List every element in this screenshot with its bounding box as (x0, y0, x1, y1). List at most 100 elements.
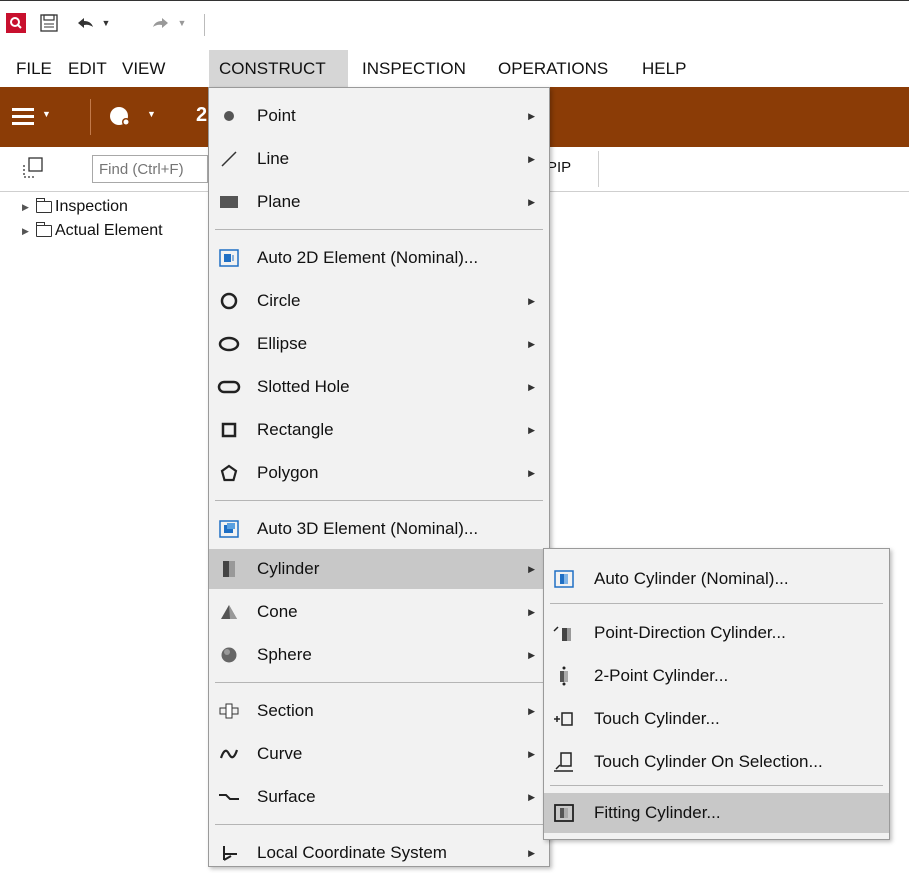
ribbon-divider (90, 99, 91, 135)
menu-item-section[interactable]: Section ▶ (209, 691, 549, 731)
menu-item-surface[interactable]: Surface ▶ (209, 777, 549, 817)
menu-item-rectangle[interactable]: Rectangle ▶ (209, 410, 549, 450)
hamburger-dropdown-chevron-down-icon[interactable]: ▼ (42, 109, 51, 119)
folder-icon (36, 198, 52, 213)
menu-item-slotted-hole[interactable]: Slotted Hole ▶ (209, 367, 549, 407)
submenu-arrow-icon: ▶ (528, 649, 535, 660)
submenu-arrow-icon: ▶ (528, 153, 535, 164)
surface-icon (217, 785, 241, 809)
expand-triangle-icon[interactable]: ▶ (22, 195, 36, 219)
fit-element-icon[interactable] (108, 104, 132, 133)
menu-item-touch-cylinder-on-selection[interactable]: Touch Cylinder On Selection... (544, 742, 889, 782)
menu-separator (215, 682, 543, 683)
submenu-arrow-icon: ▶ (528, 705, 535, 716)
cone-icon (217, 600, 241, 624)
two-point-cylinder-icon (552, 664, 576, 688)
auto-3d-element-icon (217, 517, 241, 541)
curve-icon (217, 742, 241, 766)
select-region-icon[interactable] (22, 157, 44, 184)
auto-2d-element-icon (217, 246, 241, 270)
menu-help[interactable]: HELP (632, 50, 696, 87)
menu-item-plane[interactable]: Plane ▶ (209, 182, 549, 222)
toolbar-divider (598, 151, 599, 187)
menu-view[interactable]: VIEW (112, 50, 175, 87)
menu-operations[interactable]: OPERATIONS (488, 50, 618, 87)
submenu-arrow-icon: ▶ (528, 748, 535, 759)
save-icon[interactable] (38, 12, 60, 34)
menu-item-point[interactable]: Point ▶ (209, 96, 549, 136)
menu-item-cone[interactable]: Cone ▶ (209, 592, 549, 632)
section-icon (217, 699, 241, 723)
search-input[interactable] (92, 155, 208, 183)
hamburger-menu-icon[interactable] (12, 107, 34, 130)
menu-inspection[interactable]: INSPECTION (352, 50, 476, 87)
submenu-arrow-icon: ▶ (528, 847, 535, 858)
menubar: FILE EDIT VIEW CONSTRUCT INSPECTION OPER… (0, 50, 909, 87)
menu-item-polygon[interactable]: Polygon ▶ (209, 453, 549, 493)
menu-separator (550, 603, 883, 604)
construct-menu: Point ▶ Line ▶ Plane ▶ Auto 2D Element (… (208, 87, 550, 867)
rectangle-icon (217, 418, 241, 442)
point-icon (217, 104, 241, 128)
menu-separator (215, 229, 543, 230)
submenu-arrow-icon: ▶ (528, 424, 535, 435)
undo-dropdown-chevron-down-icon[interactable]: ▼ (100, 12, 112, 34)
auto-cylinder-icon (552, 567, 576, 591)
submenu-arrow-icon: ▶ (528, 467, 535, 478)
menu-item-fitting-cylinder[interactable]: Fitting Cylinder... (544, 793, 889, 833)
redo-dropdown-chevron-down-icon[interactable]: ▼ (176, 12, 188, 34)
menu-item-cylinder[interactable]: Cylinder ▶ (209, 549, 549, 589)
circle-icon (217, 289, 241, 313)
submenu-arrow-icon: ▶ (528, 606, 535, 617)
menu-separator (215, 824, 543, 825)
plane-icon (217, 190, 241, 214)
menu-item-line[interactable]: Line ▶ (209, 139, 549, 179)
menu-separator (550, 785, 883, 786)
point-direction-cylinder-icon (552, 621, 576, 645)
tree-item-actual-element[interactable]: ▶ Actual Element (22, 219, 163, 243)
quick-access-toolbar: ▼ ▼ (0, 8, 909, 40)
submenu-arrow-icon: ▶ (528, 196, 535, 207)
menu-item-two-point-cylinder[interactable]: 2-Point Cylinder... (544, 656, 889, 696)
menu-item-touch-cylinder[interactable]: Touch Cylinder... (544, 699, 889, 739)
submenu-arrow-icon: ▶ (528, 110, 535, 121)
menu-item-auto-3d-element[interactable]: Auto 3D Element (Nominal)... (209, 509, 549, 549)
menu-item-local-coordinate-system[interactable]: Local Coordinate System ▶ (209, 833, 549, 873)
expand-triangle-icon[interactable]: ▶ (22, 219, 36, 243)
tree-item-label: Inspection (55, 198, 128, 215)
submenu-arrow-icon: ▶ (528, 791, 535, 802)
line-icon (217, 147, 241, 171)
submenu-arrow-icon: ▶ (528, 295, 535, 306)
touch-cylinder-on-selection-icon (552, 750, 576, 774)
cylinder-icon (217, 557, 241, 581)
folder-icon (36, 222, 52, 237)
polygon-icon (217, 461, 241, 485)
local-coordinate-system-icon (217, 841, 241, 865)
menu-file[interactable]: FILE (6, 50, 62, 87)
menu-edit[interactable]: EDIT (58, 50, 117, 87)
menu-item-auto-cylinder[interactable]: Auto Cylinder (Nominal)... (544, 559, 889, 599)
fitting-cylinder-icon (552, 801, 576, 825)
menu-item-auto-2d-element[interactable]: Auto 2D Element (Nominal)... (209, 238, 549, 278)
redo-icon[interactable] (150, 12, 172, 34)
app-logo-icon (6, 12, 26, 34)
tree-item-label: Actual Element (55, 222, 163, 239)
menu-item-circle[interactable]: Circle ▶ (209, 281, 549, 321)
submenu-arrow-icon: ▶ (528, 338, 535, 349)
sphere-icon (217, 643, 241, 667)
submenu-arrow-icon: ▶ (528, 563, 535, 574)
undo-icon[interactable] (74, 12, 96, 34)
toolbar-divider (204, 14, 205, 36)
cylinder-submenu: Auto Cylinder (Nominal)... Point-Directi… (543, 548, 890, 840)
menu-item-ellipse[interactable]: Ellipse ▶ (209, 324, 549, 364)
menu-construct[interactable]: CONSTRUCT (209, 50, 348, 87)
menu-item-sphere[interactable]: Sphere ▶ (209, 635, 549, 675)
fit-element-dropdown-chevron-down-icon[interactable]: ▼ (147, 109, 156, 119)
menu-separator (215, 500, 543, 501)
toolbar-partial-label: PIP (547, 159, 572, 176)
menu-item-point-direction-cylinder[interactable]: Point-Direction Cylinder... (544, 613, 889, 653)
tree-item-inspection[interactable]: ▶ Inspection (22, 195, 128, 219)
ribbon-tool-partial-icon[interactable]: 2 (196, 104, 207, 127)
submenu-arrow-icon: ▶ (528, 381, 535, 392)
menu-item-curve[interactable]: Curve ▶ (209, 734, 549, 774)
